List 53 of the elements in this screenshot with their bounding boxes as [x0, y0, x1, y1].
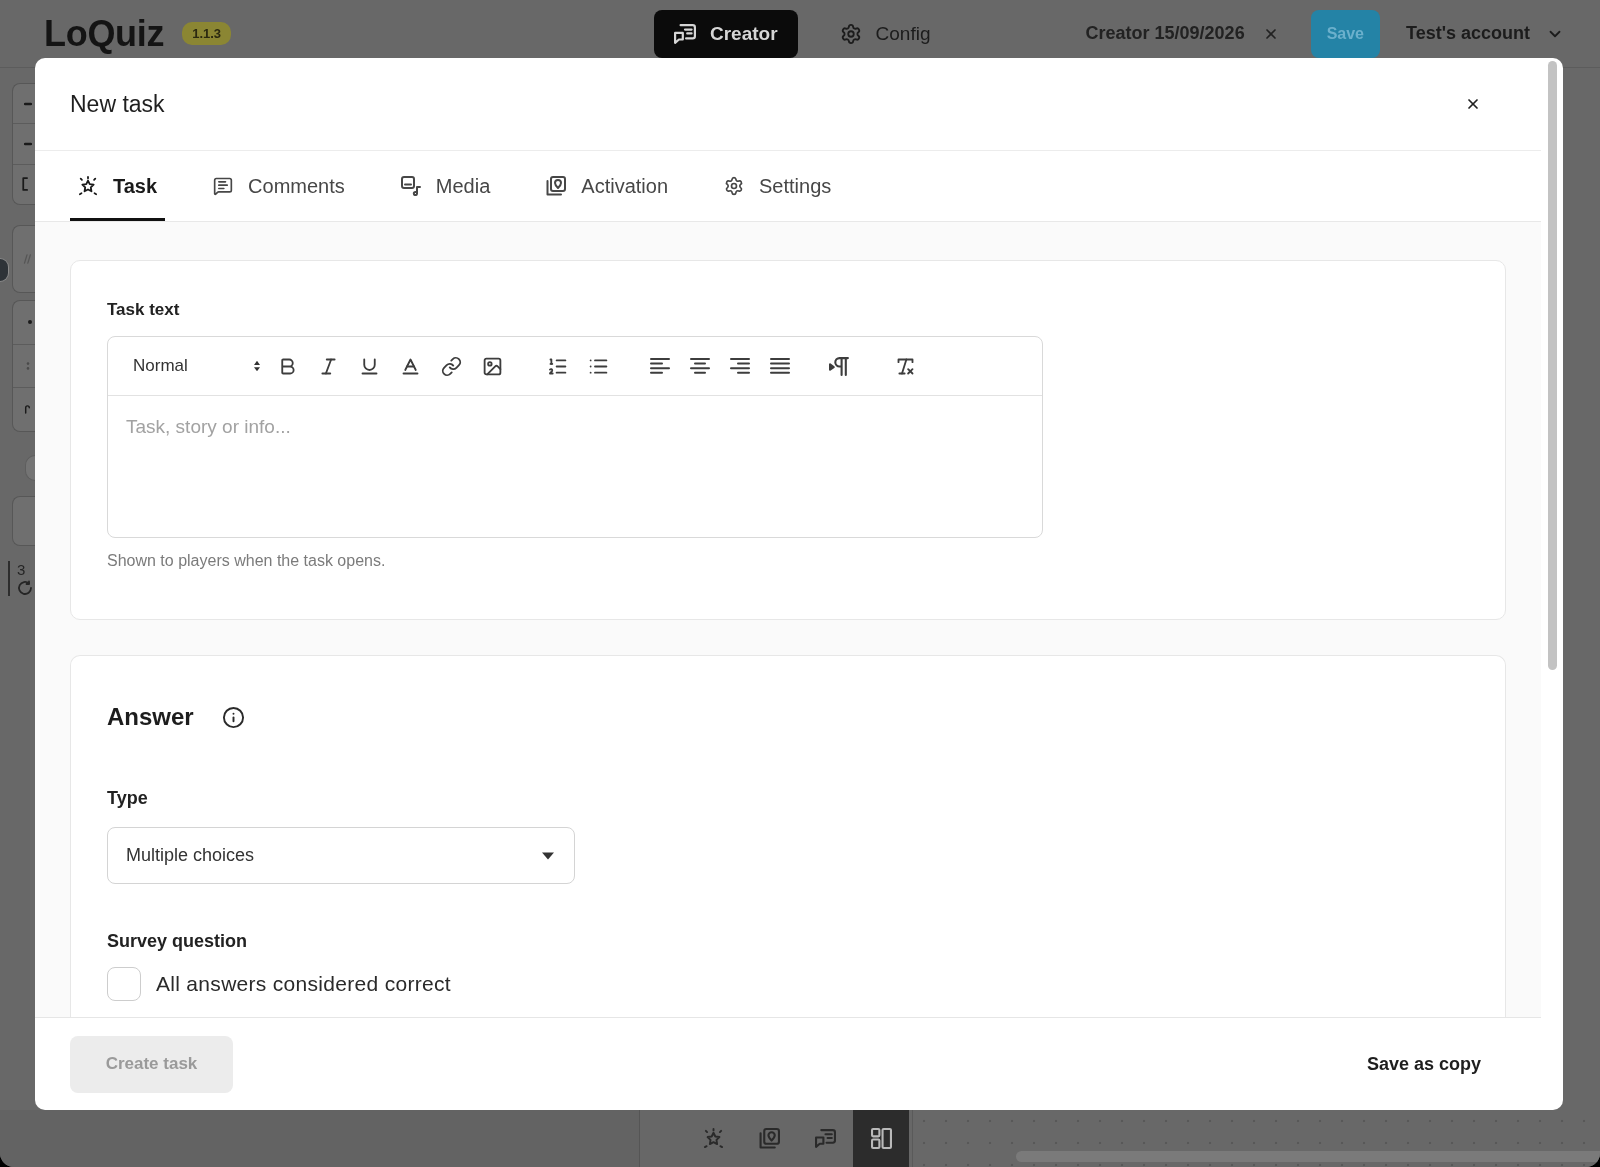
settings-icon	[839, 22, 862, 45]
image-icon[interactable]	[482, 355, 503, 377]
message-icon	[213, 176, 234, 196]
nav-tab[interactable]: Creator	[654, 9, 798, 58]
field-label: Task text	[107, 299, 180, 321]
helper-text: Shown to players when the task opens.	[107, 552, 386, 570]
pin-frame-icon	[546, 176, 567, 196]
counter-text: 3	[17, 561, 27, 578]
field-label: Survey question	[107, 930, 248, 952]
checkbox-label: All answers considered correct	[156, 972, 451, 996]
dialog-title: New task	[70, 90, 165, 118]
dash-icon	[24, 140, 32, 148]
section-heading: Answer	[107, 702, 194, 732]
task-text-field[interactable]: Task, story or info...	[108, 396, 1042, 537]
toolbar-button[interactable]	[853, 1110, 909, 1167]
format-select[interactable]: Normal	[133, 356, 263, 376]
scrollbar-thumb[interactable]	[1547, 61, 1557, 670]
rotate-icon	[17, 580, 33, 596]
pilcrow-icon[interactable]	[829, 355, 850, 377]
settings-icon	[724, 176, 744, 196]
type-select[interactable]: Multiple choices	[107, 827, 575, 884]
link-icon[interactable]	[441, 355, 462, 377]
circle-handle[interactable]	[0, 258, 9, 282]
info-icon[interactable]	[221, 705, 245, 729]
close-icon[interactable]	[1465, 96, 1481, 112]
align-center-icon[interactable]	[690, 356, 710, 376]
field-label: Type	[107, 787, 148, 809]
dots-icon	[24, 362, 32, 370]
scrollbar-thumb[interactable]	[1016, 1151, 1600, 1162]
slash-icon	[22, 254, 32, 264]
tab[interactable]: Settings	[716, 151, 840, 221]
up-down-icon	[251, 360, 263, 372]
dot-icon	[28, 320, 32, 325]
align-left-icon[interactable]	[650, 356, 670, 376]
align-right-icon[interactable]	[730, 356, 750, 376]
tab[interactable]: Media	[392, 151, 499, 221]
pin-frame-icon	[758, 1128, 780, 1149]
save-as-copy-button[interactable]: Save as copy	[1366, 1053, 1481, 1075]
version-badge: 1.1.3	[182, 22, 232, 45]
align-justify-icon[interactable]	[770, 356, 790, 376]
text-editor[interactable]: Normal Task, story or info...	[107, 336, 1043, 538]
layout-icon	[870, 1128, 892, 1149]
chat-screen-icon	[674, 22, 696, 45]
tab[interactable]: Activation	[538, 151, 676, 221]
hook-icon	[23, 405, 32, 415]
star-icon	[78, 176, 98, 196]
chat-screen-icon	[814, 1128, 836, 1149]
tab[interactable]: Comments	[205, 151, 353, 221]
image-note-icon	[400, 176, 421, 196]
checkbox[interactable]	[107, 967, 141, 1001]
tool-panel	[12, 496, 35, 546]
logo: LoQuiz	[44, 12, 165, 55]
star-icon	[702, 1128, 724, 1149]
